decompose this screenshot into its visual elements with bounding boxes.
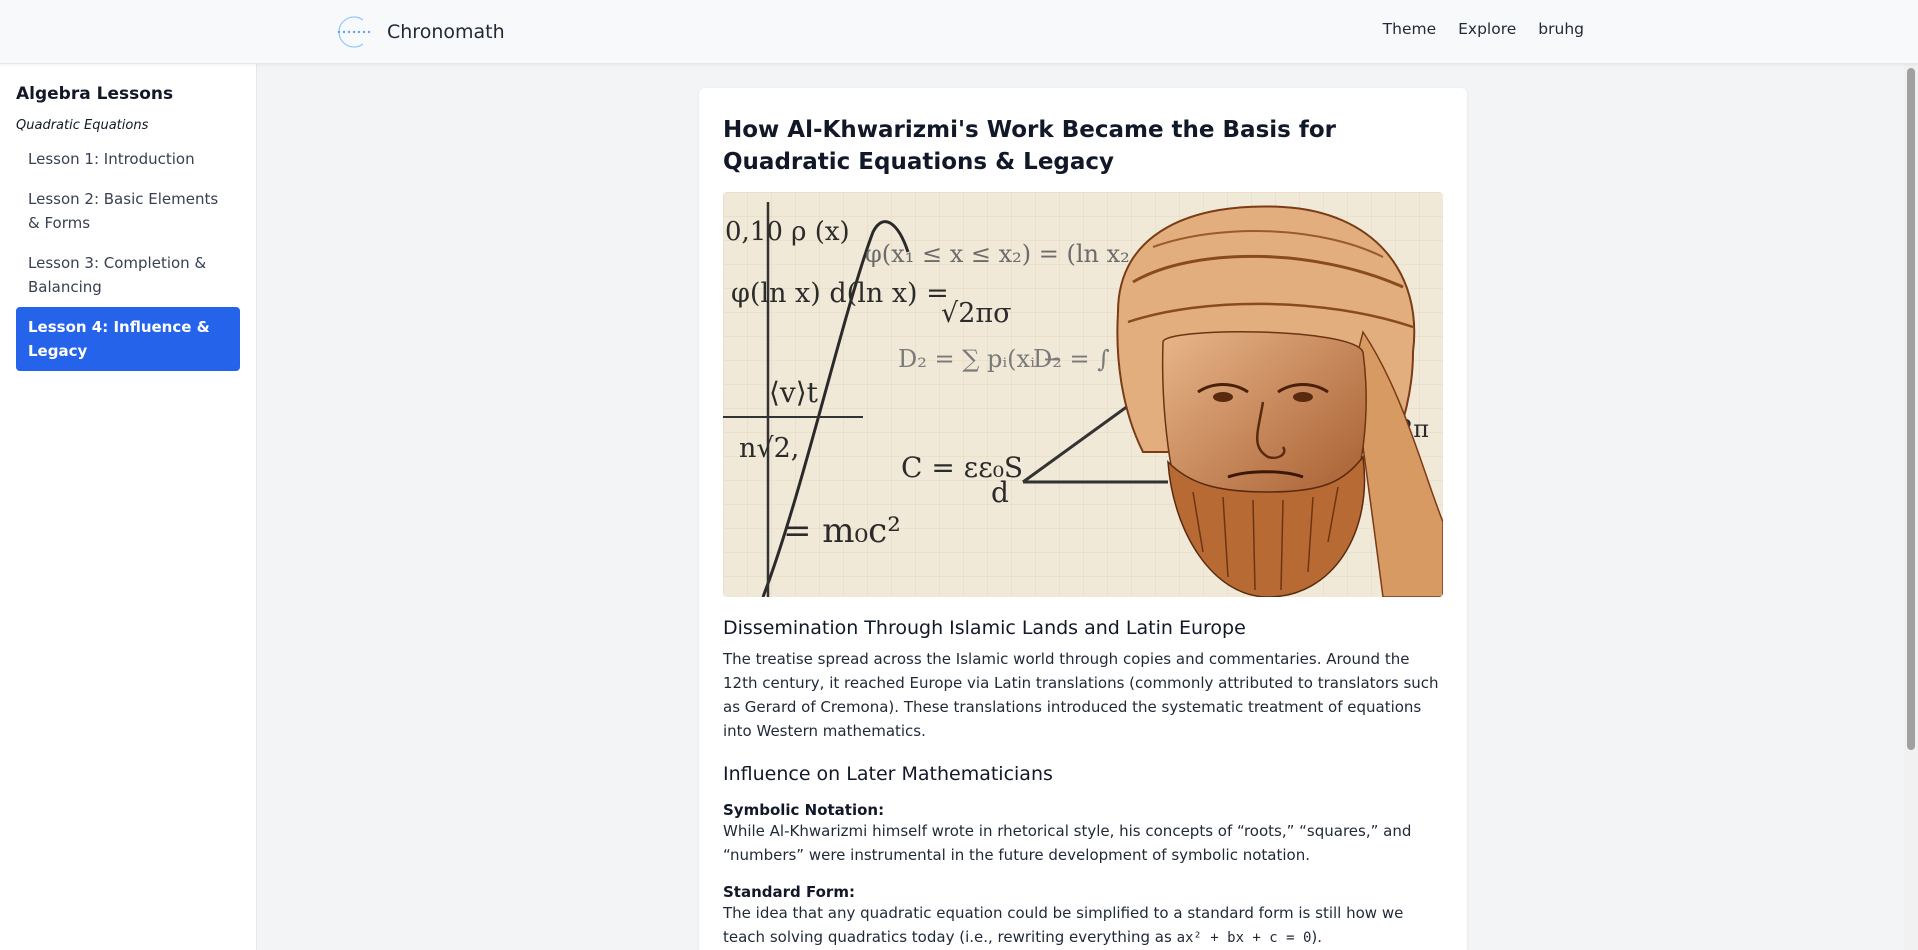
item-text-standard-form: The idea that any quadratic equation cou…	[723, 901, 1443, 950]
section-text-dissemination: The treatise spread across the Islamic w…	[723, 650, 1439, 740]
lesson-link-4-active[interactable]: Lesson 4: Influence & Legacy	[16, 307, 240, 371]
formula-text: d	[991, 476, 1009, 509]
lesson-link-1[interactable]: Lesson 1: Introduction	[16, 139, 240, 179]
nav-explore[interactable]: Explore	[1458, 20, 1516, 38]
lessons-sidebar: Algebra Lessons Quadratic Equations Less…	[0, 64, 257, 950]
chronomath-logo-icon	[337, 16, 371, 48]
lesson-link-2[interactable]: Lesson 2: Basic Elements & Forms	[16, 179, 240, 243]
formula-text: φ(ln x) d(ln x) =	[731, 278, 949, 309]
formula-text: n√2,	[739, 433, 799, 464]
nav-theme[interactable]: Theme	[1383, 20, 1436, 38]
item-text-symbolic-notation: While Al-Khwarizmi himself wrote in rhet…	[723, 822, 1412, 864]
scrollbar-thumb[interactable]	[1907, 68, 1915, 750]
lesson-link-3[interactable]: Lesson 3: Completion & Balancing	[16, 243, 240, 307]
hero-image: 0,10 ρ (x) φ(ln x) d(ln x) = √2πσ φ(x₁ ≤…	[723, 192, 1443, 597]
formula-text: ⟨v⟩t	[769, 376, 819, 409]
brand-name: Chronomath	[387, 21, 505, 43]
page-scrollbar[interactable]	[1904, 64, 1918, 950]
formula-text: φ(x₁ ≤ x ≤ x₂) = (ln x₂	[865, 240, 1130, 268]
section-heading-dissemination: Dissemination Through Islamic Lands and …	[723, 617, 1246, 639]
section-heading-influence: Influence on Later Mathematicians	[723, 763, 1053, 785]
sidebar-title: Algebra Lessons	[16, 84, 174, 104]
top-nav: Theme Explore bruhg	[1383, 20, 1584, 38]
formula-text: 0,10 ρ (x)	[725, 217, 850, 247]
sidebar-section-label: Quadratic Equations	[16, 118, 149, 133]
standard-form-text-after: ).	[1311, 928, 1323, 946]
top-navbar: Chronomath Theme Explore bruhg	[0, 0, 1918, 64]
article-title: How Al-Khwarizmi's Work Became the Basis…	[723, 117, 1337, 175]
al-khwarizmi-illustration: 0,10 ρ (x) φ(ln x) d(ln x) = √2πσ φ(x₁ ≤…	[723, 192, 1443, 597]
formula-text: = m₀c²	[783, 511, 901, 551]
item-label-symbolic-notation: Symbolic Notation:	[723, 801, 885, 819]
standard-form-equation: ax² + bx + c = 0	[1176, 930, 1312, 946]
brand-link[interactable]: Chronomath	[335, 14, 505, 50]
item-label-standard-form: Standard Form:	[723, 883, 855, 901]
nav-user[interactable]: bruhg	[1538, 20, 1584, 38]
article-card: How Al-Khwarizmi's Work Became the Basis…	[699, 88, 1467, 950]
formula-text: √2πσ	[941, 298, 1012, 329]
lesson-list: Lesson 1: Introduction Lesson 2: Basic E…	[16, 139, 240, 371]
